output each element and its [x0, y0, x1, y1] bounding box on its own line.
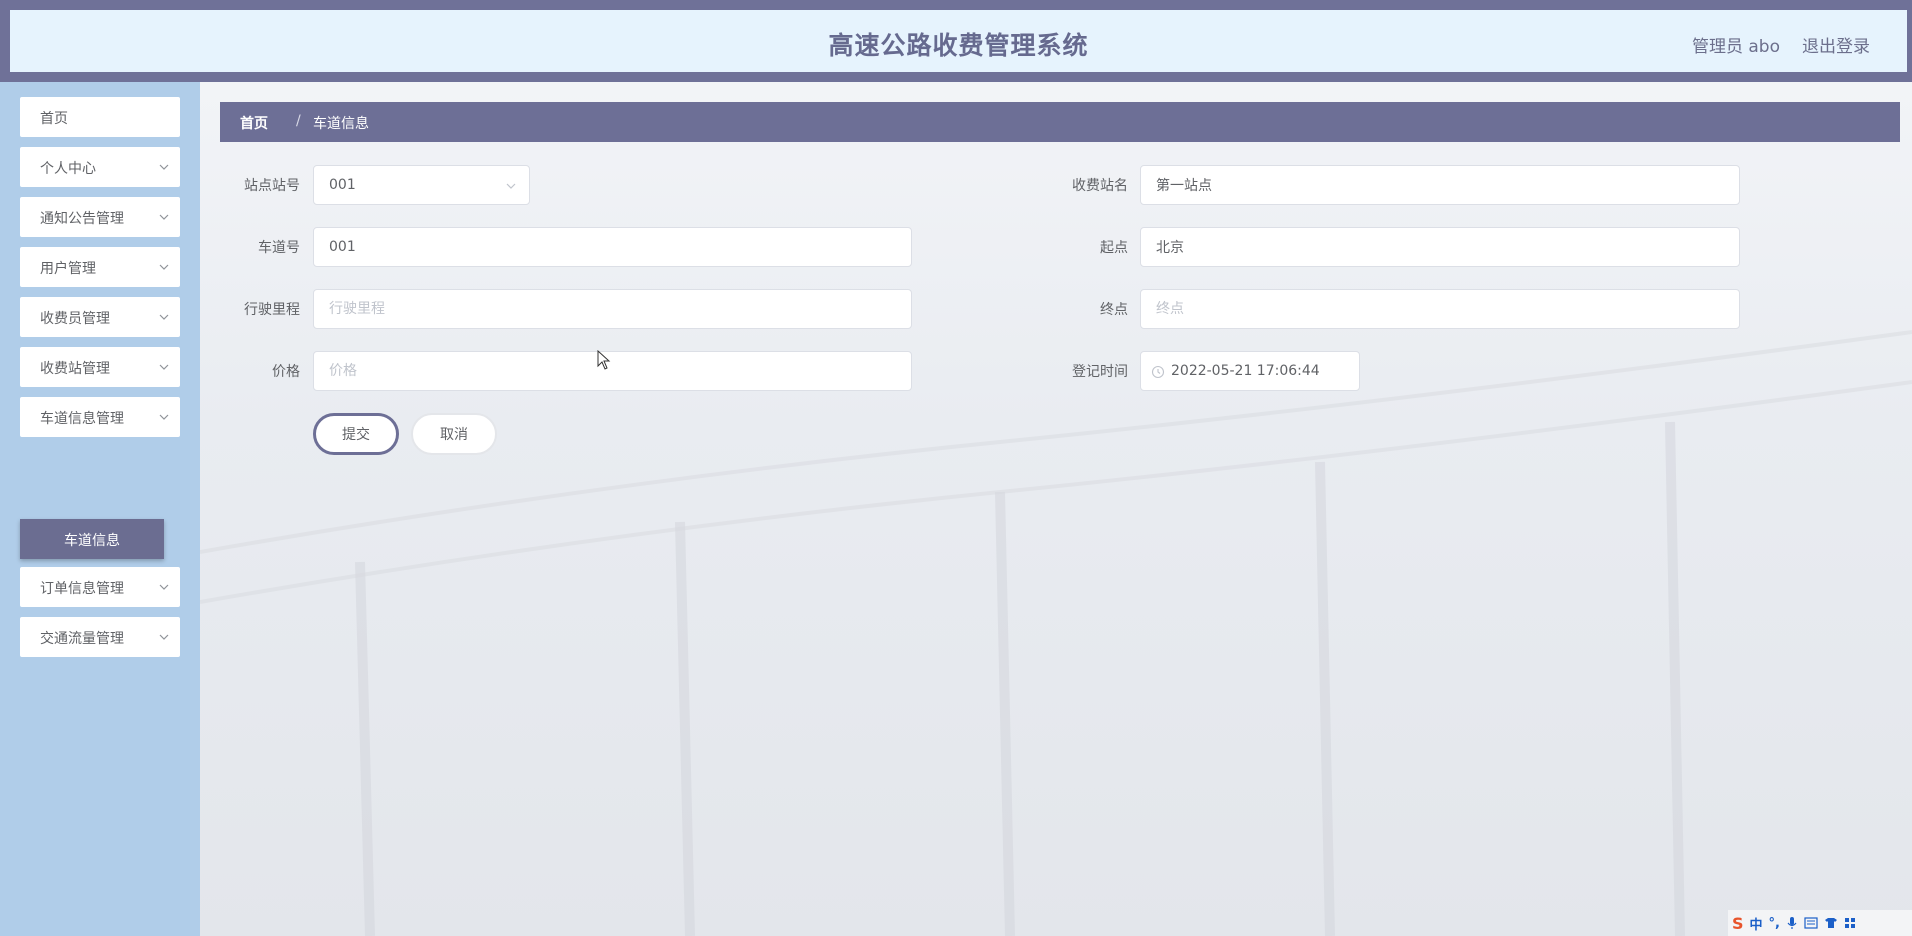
sidebar-item-label: 收费员管理: [40, 311, 110, 327]
sidebar-subitem-label: 车道信息: [64, 533, 120, 549]
microphone-icon[interactable]: [1786, 916, 1798, 930]
sidebar-item-label: 订单信息管理: [40, 581, 124, 597]
station-no-label: 站点站号: [244, 178, 300, 194]
sidebar-item-label: 收费站管理: [40, 361, 110, 377]
sidebar-item-toll-stations[interactable]: 收费站管理: [20, 347, 180, 387]
chevron-down-icon: [506, 183, 516, 189]
chevron-down-icon: [159, 314, 169, 320]
end-input[interactable]: [1140, 289, 1740, 329]
sidebar-item-label: 通知公告管理: [40, 211, 124, 227]
chevron-down-icon: [159, 634, 169, 640]
sogou-logo-icon[interactable]: S: [1732, 914, 1744, 933]
end-label: 终点: [1100, 302, 1128, 318]
price-input[interactable]: [313, 351, 912, 391]
sidebar-item-home[interactable]: 首页: [20, 97, 180, 137]
start-input[interactable]: [1140, 227, 1740, 267]
breadcrumb: 首页 / 车道信息: [220, 102, 1900, 142]
keyboard-icon[interactable]: [1804, 917, 1818, 929]
station-no-select[interactable]: 001: [313, 165, 530, 205]
mileage-label: 行驶里程: [244, 302, 300, 318]
breadcrumb-home[interactable]: 首页: [240, 113, 268, 133]
station-no-value: 001: [329, 177, 356, 193]
sidebar-item-label: 车道信息管理: [40, 411, 124, 427]
station-name-label: 收费站名: [1072, 178, 1128, 194]
admin-label: 管理员 abo: [1691, 37, 1780, 57]
mouse-cursor-icon: [597, 350, 611, 370]
sidebar-item-users[interactable]: 用户管理: [20, 247, 180, 287]
reg-time-value: 2022-05-21 17:06:44: [1171, 363, 1320, 379]
ime-mode-toggle[interactable]: 中: [1750, 914, 1763, 933]
main-content: 首页 / 车道信息: [200, 82, 1912, 936]
chevron-down-icon: [159, 264, 169, 270]
sidebar-item-label: 用户管理: [40, 261, 96, 277]
clock-icon: [1151, 365, 1165, 379]
reg-time-label: 登记时间: [1072, 364, 1128, 380]
breadcrumb-current: 车道信息: [313, 116, 369, 132]
chevron-down-icon: [159, 364, 169, 370]
toolbox-grid-icon[interactable]: [1844, 917, 1856, 929]
cancel-button[interactable]: 取消: [411, 413, 497, 455]
start-label: 起点: [1100, 240, 1128, 256]
sidebar-item-toll-collectors[interactable]: 收费员管理: [20, 297, 180, 337]
sidebar-item-label: 个人中心: [40, 161, 96, 177]
mileage-input[interactable]: [313, 289, 912, 329]
chevron-down-icon: [159, 164, 169, 170]
background-fence-image: [200, 330, 1912, 936]
sidebar-item-traffic-flow[interactable]: 交通流量管理: [20, 617, 180, 657]
ime-punct-toggle[interactable]: °,: [1769, 916, 1780, 931]
sidebar: 首页 个人中心 通知公告管理 用户管理 收费员管理 收费站管理 车道信息管理 车…: [0, 82, 200, 936]
header-panel: 高速公路收费管理系统 管理员 abo 退出登录: [10, 10, 1907, 72]
station-name-input[interactable]: [1140, 165, 1740, 205]
sidebar-item-label: 交通流量管理: [40, 631, 124, 647]
sidebar-item-orders[interactable]: 订单信息管理: [20, 567, 180, 607]
top-header: 高速公路收费管理系统 管理员 abo 退出登录: [0, 0, 1912, 82]
app-title: 高速公路收费管理系统: [828, 31, 1089, 60]
lane-no-label: 车道号: [258, 240, 300, 256]
breadcrumb-separator: /: [296, 113, 301, 129]
sidebar-subitem-lane-info[interactable]: 车道信息: [20, 519, 164, 559]
sidebar-item-notice[interactable]: 通知公告管理: [20, 197, 180, 237]
skin-shirt-icon[interactable]: [1824, 917, 1838, 929]
chevron-down-icon: [159, 584, 169, 590]
price-label: 价格: [272, 364, 300, 380]
sidebar-item-lane-info[interactable]: 车道信息管理: [20, 397, 180, 437]
chevron-down-icon: [159, 414, 169, 420]
lane-no-input[interactable]: [313, 227, 912, 267]
logout-link[interactable]: 退出登录: [1802, 32, 1870, 57]
sidebar-item-label: 首页: [40, 111, 68, 127]
submit-button[interactable]: 提交: [313, 413, 399, 455]
ime-toolbar: S 中 °,: [1728, 910, 1912, 936]
chevron-down-icon: [159, 214, 169, 220]
reg-time-picker[interactable]: 2022-05-21 17:06:44: [1140, 351, 1360, 391]
sidebar-item-personal-center[interactable]: 个人中心: [20, 147, 180, 187]
